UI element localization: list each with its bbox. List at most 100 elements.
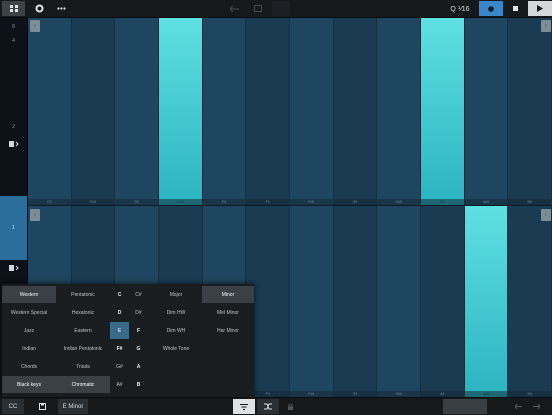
- knob-icon: [35, 4, 43, 13]
- copy-button[interactable]: [249, 1, 267, 16]
- category-indian-pentatonic[interactable]: Indian Pentatonic: [56, 340, 110, 357]
- cc-button[interactable]: CC: [2, 399, 24, 414]
- root-note-f[interactable]: F: [129, 322, 148, 339]
- root-note-d[interactable]: D: [110, 304, 129, 321]
- play-icon: [537, 5, 543, 12]
- pad-d5[interactable]: D5: [115, 18, 159, 205]
- pad-note-label: F5: [246, 199, 289, 205]
- pad-e5[interactable]: E5: [202, 18, 247, 205]
- lower-right-handle[interactable]: ›: [541, 209, 551, 221]
- keyboard-layout-button[interactable]: [32, 399, 52, 414]
- back-button[interactable]: [512, 399, 524, 414]
- lock-button[interactable]: [284, 399, 296, 414]
- category-pentatonic[interactable]: Pentatonic: [56, 286, 110, 303]
- scale-har-minor[interactable]: Har Minor: [202, 322, 254, 339]
- octave-toggle-icon: [8, 141, 19, 147]
- root-note-a-sharp[interactable]: A#: [110, 376, 129, 393]
- root-note-g-sharp[interactable]: G#: [110, 358, 129, 375]
- pad-b5[interactable]: B5: [508, 18, 552, 205]
- undo-button[interactable]: [225, 1, 243, 16]
- scale-dim-wh[interactable]: Dim WH: [150, 322, 202, 339]
- upper-pad-row: C5 C#5 D5 D#5 E5 F5 F#5 G5 G#5 A5 A#5 B5: [28, 18, 552, 205]
- pad-c5[interactable]: C5: [28, 18, 72, 205]
- category-triads[interactable]: Triads: [56, 358, 110, 375]
- pad-note-label: G#5: [377, 199, 420, 205]
- save-icon: [38, 403, 46, 410]
- root-note-b[interactable]: B: [129, 376, 148, 393]
- forward-button[interactable]: [530, 399, 542, 414]
- pad-g-sharp5[interactable]: G#5: [377, 18, 421, 205]
- upper-left-handle[interactable]: ‹: [30, 20, 40, 32]
- scale-whole-tone[interactable]: Whole Tone: [150, 340, 202, 357]
- shuffle-icon: [264, 403, 272, 410]
- category-chords[interactable]: Chords: [2, 358, 56, 375]
- octave-toggle-icon: [8, 265, 19, 271]
- root-note-c[interactable]: C: [110, 286, 129, 303]
- pad-a-sharp4[interactable]: A#4: [464, 206, 509, 397]
- pad-f5[interactable]: F5: [246, 18, 290, 205]
- upper-octave-selector[interactable]: [0, 139, 27, 149]
- pad-note-label: D#5: [159, 199, 202, 205]
- pad-g5[interactable]: G5: [333, 18, 378, 205]
- paste-button[interactable]: [272, 1, 290, 16]
- root-note-c-sharp[interactable]: C#: [129, 286, 148, 303]
- pad-c-sharp5[interactable]: C#5: [71, 18, 116, 205]
- lock-icon: [287, 403, 293, 410]
- pad-note-label: B5: [508, 199, 551, 205]
- scale-minor[interactable]: Minor: [202, 286, 254, 303]
- upper-right-handle[interactable]: ›: [541, 20, 551, 32]
- instrument-button[interactable]: [28, 1, 50, 16]
- quantize-button[interactable]: Q ⅟16: [447, 1, 473, 16]
- sidebar-number-top: 8: [12, 24, 15, 30]
- pad-a5[interactable]: A5: [421, 18, 465, 205]
- pad-f-sharp4[interactable]: F#4: [290, 206, 334, 397]
- category-indian[interactable]: Indian: [2, 340, 56, 357]
- undo-icon: [514, 404, 522, 409]
- scale-major[interactable]: Major: [150, 286, 202, 303]
- lower-octave-selector[interactable]: [0, 263, 27, 273]
- filter-icon: [240, 403, 248, 410]
- pad-d-sharp5[interactable]: D#5: [159, 18, 203, 205]
- pad-b4[interactable]: B4: [508, 206, 552, 397]
- category-black-keys[interactable]: Black keys: [2, 376, 56, 393]
- stop-icon: [512, 6, 518, 11]
- pad-a-sharp5[interactable]: A#5: [464, 18, 509, 205]
- pad-note-label: A5: [421, 199, 464, 205]
- filter-button[interactable]: [233, 399, 255, 414]
- pad-g4[interactable]: G4: [333, 206, 378, 397]
- scale-selector-panel: Western Pentatonic Western Special Hexat…: [2, 284, 254, 397]
- pad-g-sharp4[interactable]: G#4: [377, 206, 421, 397]
- root-note-f-sharp[interactable]: F#: [110, 340, 129, 357]
- record-button[interactable]: [479, 1, 503, 16]
- play-button[interactable]: [528, 1, 552, 16]
- copy-icon: [254, 5, 262, 12]
- root-note-e[interactable]: E: [110, 322, 129, 339]
- root-note-g[interactable]: G: [129, 340, 148, 357]
- root-note-a[interactable]: A: [129, 358, 148, 375]
- redo-icon: [532, 404, 540, 409]
- category-chromatic[interactable]: Chromatic: [56, 376, 110, 393]
- category-eastern[interactable]: Eastern: [56, 322, 110, 339]
- shuffle-button[interactable]: [257, 399, 279, 414]
- stop-button[interactable]: [504, 1, 526, 16]
- pad-note-label: F#5: [290, 199, 333, 205]
- category-hexatonic[interactable]: Hexatonic: [56, 304, 110, 321]
- mode-toggle[interactable]: [443, 399, 487, 414]
- category-western[interactable]: Western: [2, 286, 56, 303]
- pad-a4[interactable]: A4: [421, 206, 465, 397]
- extra-toggle[interactable]: [489, 399, 501, 414]
- pad-note-label: E5: [202, 199, 246, 205]
- scale-dim-hw[interactable]: Dim HW: [150, 304, 202, 321]
- category-jazz[interactable]: Jazz: [2, 322, 56, 339]
- sidebar-label-2: 2: [12, 124, 15, 130]
- sidebar-slider-active[interactable]: 1: [0, 196, 27, 260]
- bottom-toolbar: CC E Minor: [0, 397, 552, 415]
- scale-mel-minor[interactable]: Mel Minor: [202, 304, 254, 321]
- pad-f-sharp5[interactable]: F#5: [290, 18, 334, 205]
- pads-view-button[interactable]: [2, 1, 25, 16]
- root-note-d-sharp[interactable]: D#: [129, 304, 148, 321]
- lower-left-handle[interactable]: ‹: [30, 209, 40, 221]
- more-button[interactable]: [52, 1, 70, 16]
- category-western-special[interactable]: Western Special: [2, 304, 56, 321]
- scale-button[interactable]: E Minor: [58, 399, 88, 414]
